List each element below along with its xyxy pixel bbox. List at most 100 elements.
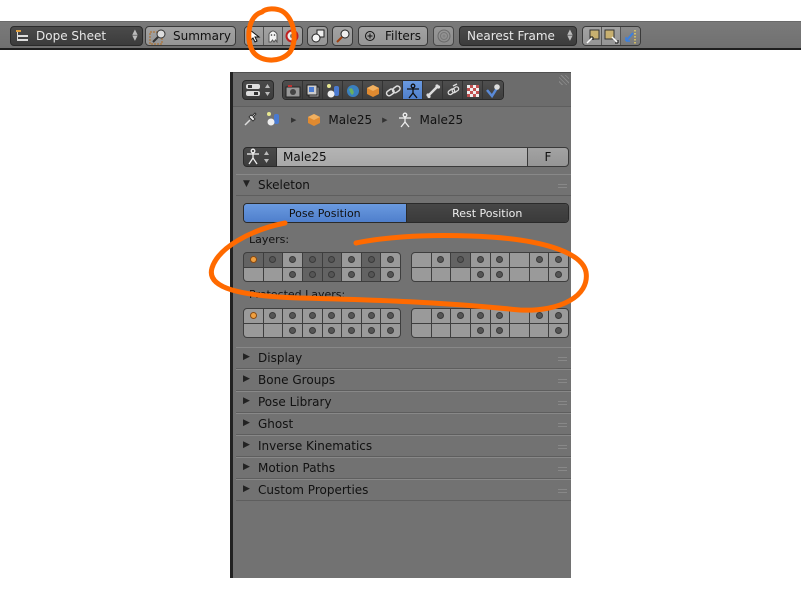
- tab-texture[interactable]: [463, 81, 483, 99]
- layer-button[interactable]: [381, 267, 400, 281]
- layer-button[interactable]: [302, 253, 322, 267]
- only-selected-button[interactable]: [307, 26, 328, 46]
- layer-button[interactable]: [412, 253, 431, 267]
- section-header-bone-groups[interactable]: ▶ Bone Groups: [236, 369, 571, 391]
- layer-button[interactable]: [412, 323, 431, 337]
- tab-object[interactable]: [363, 81, 383, 99]
- layer-button[interactable]: [470, 267, 490, 281]
- layer-button[interactable]: [244, 323, 263, 337]
- layer-button[interactable]: [490, 323, 510, 337]
- layer-button[interactable]: [510, 267, 529, 281]
- paste-keys-button[interactable]: [602, 27, 621, 45]
- drag-grip-icon[interactable]: [558, 357, 567, 361]
- tab-world[interactable]: [343, 81, 363, 99]
- layer-button[interactable]: [263, 253, 283, 267]
- layer-button[interactable]: [302, 309, 322, 323]
- layer-button[interactable]: [263, 323, 283, 337]
- layer-button[interactable]: [490, 309, 510, 323]
- layer-button[interactable]: [470, 323, 490, 337]
- summary-button[interactable]: Summary: [145, 26, 236, 46]
- layer-button[interactable]: [283, 267, 302, 281]
- layer-button[interactable]: [510, 253, 529, 267]
- filters-button[interactable]: Filters: [358, 26, 428, 46]
- cursor-button[interactable]: [245, 27, 264, 45]
- layer-button[interactable]: [361, 323, 381, 337]
- section-header-ghost[interactable]: ▶ Ghost: [236, 413, 571, 435]
- section-header-motion-paths[interactable]: ▶ Motion Paths: [236, 457, 571, 479]
- layer-button[interactable]: [322, 267, 342, 281]
- layer-button[interactable]: [381, 253, 400, 267]
- layer-button[interactable]: [451, 253, 470, 267]
- layer-button[interactable]: [510, 309, 529, 323]
- drag-grip-icon[interactable]: [558, 379, 567, 383]
- layer-button[interactable]: [302, 323, 322, 337]
- layer-button[interactable]: [549, 267, 568, 281]
- layer-button[interactable]: [451, 267, 470, 281]
- layer-button[interactable]: [510, 323, 529, 337]
- tab-bone-constraints[interactable]: [443, 81, 463, 99]
- drag-grip-icon[interactable]: [558, 401, 567, 405]
- layer-button[interactable]: [244, 267, 263, 281]
- tab-constraints[interactable]: [383, 81, 403, 99]
- section-header-inverse-kinematics[interactable]: ▶ Inverse Kinematics: [236, 435, 571, 457]
- section-header-custom-properties[interactable]: ▶ Custom Properties: [236, 479, 571, 501]
- editor-type-switch[interactable]: [242, 80, 274, 100]
- section-header-display[interactable]: ▶ Display: [236, 347, 571, 369]
- layer-button[interactable]: [529, 309, 549, 323]
- layer-button[interactable]: [549, 253, 568, 267]
- layer-button[interactable]: [451, 309, 470, 323]
- layer-button[interactable]: [322, 309, 342, 323]
- layer-button[interactable]: [342, 309, 361, 323]
- section-header-pose-library[interactable]: ▶ Pose Library: [236, 391, 571, 413]
- copy-keys-button[interactable]: [583, 27, 602, 45]
- search-button[interactable]: [332, 26, 353, 46]
- proportional-editing-button[interactable]: [433, 26, 454, 46]
- layer-button[interactable]: [529, 323, 549, 337]
- fake-user-button[interactable]: F: [527, 147, 569, 167]
- tab-physics[interactable]: [483, 81, 503, 99]
- layer-button[interactable]: [412, 309, 431, 323]
- ghost-button[interactable]: [264, 27, 283, 45]
- tab-scene[interactable]: [323, 81, 343, 99]
- tab-render[interactable]: [283, 81, 303, 99]
- rest-position-button[interactable]: Rest Position: [406, 204, 568, 222]
- layer-button[interactable]: [283, 309, 302, 323]
- tab-render-layers[interactable]: [303, 81, 323, 99]
- drag-grip-icon[interactable]: [558, 467, 567, 471]
- pin-button[interactable]: [243, 111, 259, 130]
- layer-button[interactable]: [451, 323, 470, 337]
- layer-button[interactable]: [283, 323, 302, 337]
- layer-button[interactable]: [361, 253, 381, 267]
- layer-button[interactable]: [529, 253, 549, 267]
- layer-button[interactable]: [431, 253, 451, 267]
- layer-button[interactable]: [470, 253, 490, 267]
- layer-button[interactable]: [549, 309, 568, 323]
- layer-button[interactable]: [549, 323, 568, 337]
- layer-button[interactable]: [490, 267, 510, 281]
- area-corner-handle[interactable]: [559, 75, 569, 85]
- layer-button[interactable]: [302, 267, 322, 281]
- layer-button[interactable]: [490, 253, 510, 267]
- armature-browse-button[interactable]: [243, 147, 277, 167]
- snap-mode-dropdown[interactable]: Nearest Frame ▲ ▼: [459, 26, 577, 46]
- layer-button[interactable]: [361, 267, 381, 281]
- drag-grip-icon[interactable]: [558, 489, 567, 493]
- layer-button[interactable]: [361, 309, 381, 323]
- drag-grip-icon[interactable]: [558, 423, 567, 427]
- editor-type-dropdown[interactable]: Dope Sheet ▲ ▼: [10, 26, 143, 46]
- layer-button[interactable]: [431, 323, 451, 337]
- layer-button[interactable]: [263, 267, 283, 281]
- pose-position-button[interactable]: Pose Position: [244, 204, 407, 222]
- layer-button[interactable]: [322, 253, 342, 267]
- layer-button[interactable]: [381, 323, 400, 337]
- layer-button[interactable]: [529, 267, 549, 281]
- layer-button[interactable]: [263, 309, 283, 323]
- layer-button[interactable]: [342, 253, 361, 267]
- tab-bone[interactable]: [423, 81, 443, 99]
- layer-button[interactable]: [342, 323, 361, 337]
- skeleton-section-header[interactable]: ▼ Skeleton: [236, 174, 571, 196]
- layer-button[interactable]: [412, 267, 431, 281]
- paste-flipped-button[interactable]: [621, 27, 640, 45]
- drag-grip-icon[interactable]: [558, 445, 567, 449]
- lifebuoy-button[interactable]: [283, 27, 302, 45]
